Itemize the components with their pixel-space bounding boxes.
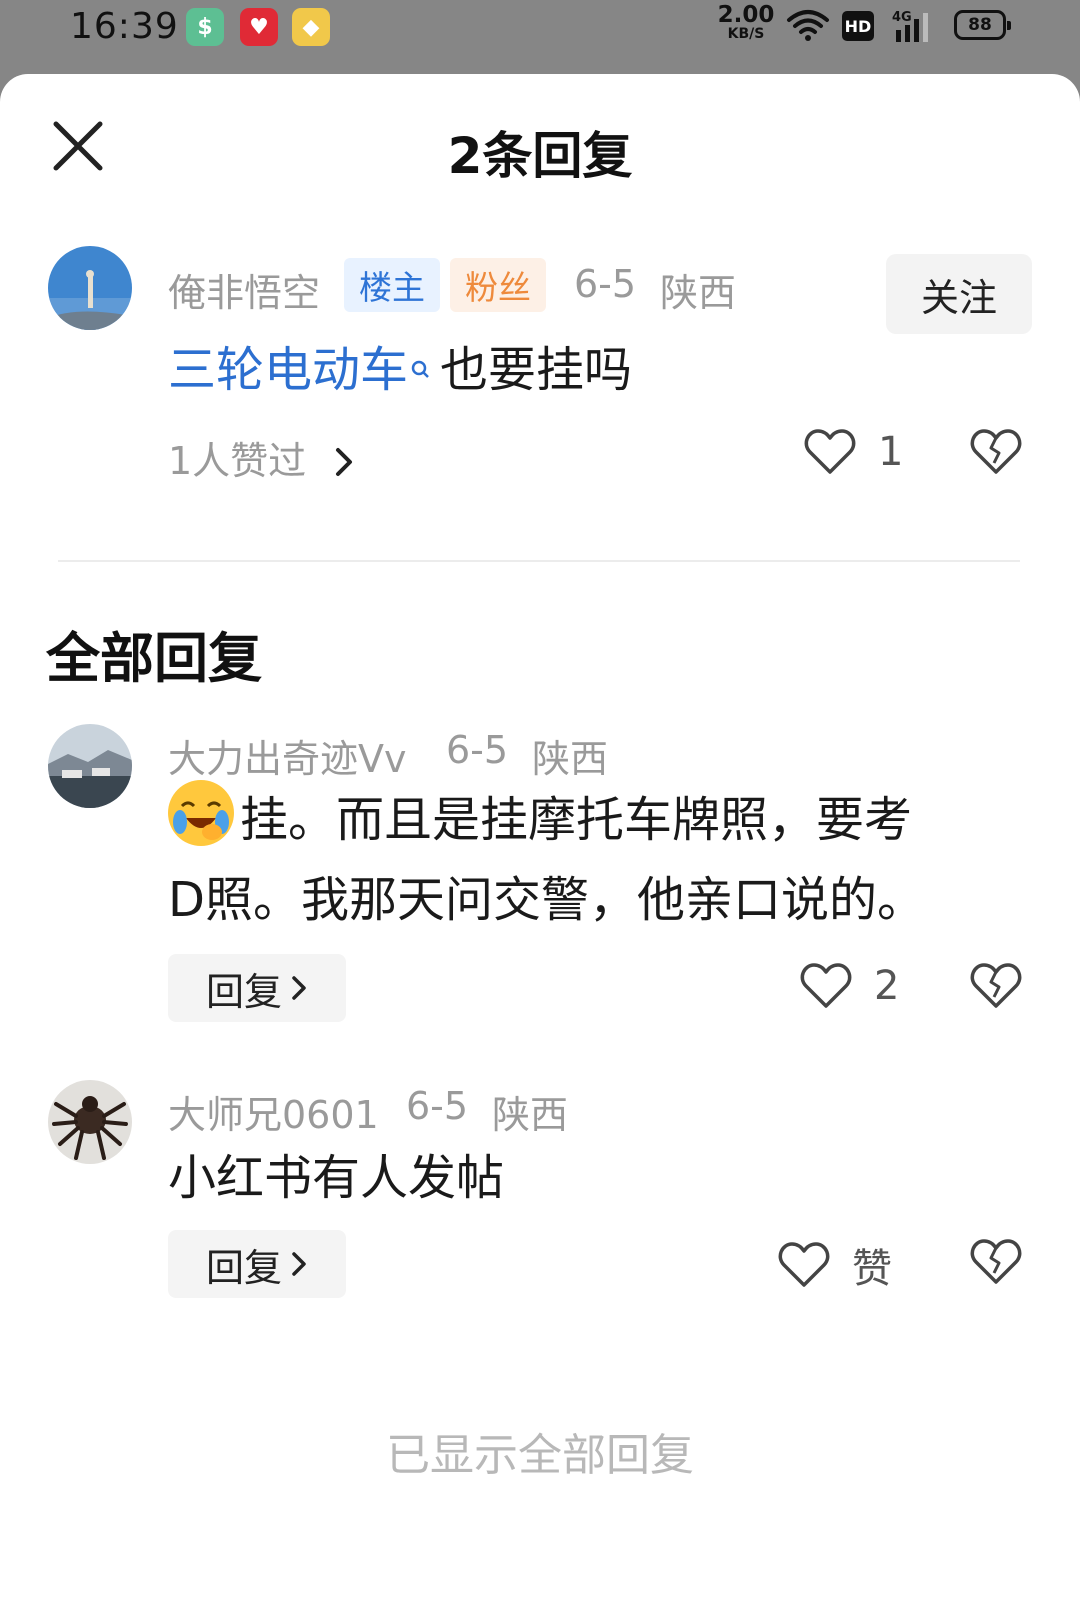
- comment-text: 小红书有人发帖: [168, 1150, 505, 1206]
- status-bar: 16:39 $ ♥ ◆ 2.00 KB/S HD 4G 88: [0, 0, 1080, 74]
- owner-badge: 楼主: [344, 258, 440, 312]
- status-time: 16:39: [70, 6, 179, 47]
- dislike-button[interactable]: [970, 1238, 1022, 1286]
- comment-text: 三轮电动车 也要挂吗: [168, 330, 632, 410]
- comment-location: 陕西: [660, 271, 737, 315]
- avatar[interactable]: [48, 724, 132, 808]
- page-title: 2条回复: [447, 127, 633, 185]
- dislike-button[interactable]: [970, 428, 1022, 476]
- username[interactable]: 大力出奇迹Vv: [168, 728, 406, 783]
- like-button[interactable]: 1: [804, 428, 903, 476]
- dislike-button[interactable]: [970, 962, 1022, 1010]
- comment-date: 6-5: [574, 262, 637, 306]
- reply-button[interactable]: 回复: [168, 954, 346, 1022]
- wifi-icon: [786, 8, 830, 46]
- hd-icon: HD: [842, 11, 874, 41]
- end-of-list-text: 已显示全部回复: [386, 1430, 694, 1481]
- username[interactable]: 大师兄0601: [168, 1084, 379, 1139]
- heart-icon: [800, 963, 852, 1008]
- comment-location: 陕西: [532, 737, 609, 781]
- comment-text: 挂。而且是挂摩托车牌照，要考: [168, 780, 912, 860]
- like-label: 赞: [852, 1246, 892, 1292]
- heart-icon: [778, 1242, 830, 1287]
- search-icon[interactable]: [410, 330, 430, 410]
- avatar[interactable]: [48, 246, 132, 330]
- replies-sheet: 2条回复 俺非悟空 楼主 粉丝 6-5 陕西 关注 三轮电动车 也要挂吗 1人赞过…: [0, 74, 1080, 1614]
- fan-badge: 粉丝: [450, 258, 546, 312]
- comment-date: 6-5: [406, 1084, 469, 1128]
- reply-button[interactable]: 回复: [168, 1230, 346, 1298]
- coupon-app-icon: ◆: [292, 8, 330, 46]
- like-button[interactable]: 赞: [778, 1236, 892, 1294]
- comment-date: 6-5: [446, 728, 509, 772]
- chevron-right-icon: [292, 1252, 306, 1276]
- follow-button[interactable]: 关注: [886, 254, 1032, 334]
- laughing-crying-emoji-icon: [168, 780, 234, 846]
- keyword-link[interactable]: 三轮电动车: [168, 342, 408, 398]
- battery-icon: 88: [954, 10, 1011, 40]
- chevron-right-icon: [336, 448, 353, 476]
- cellular-signal-icon: 4G: [892, 8, 938, 48]
- heart-icon: [804, 429, 856, 474]
- broken-heart-icon: [970, 1239, 1022, 1284]
- broken-heart-icon: [970, 429, 1022, 474]
- like-count: 1: [878, 429, 904, 475]
- wallet-app-icon: $: [186, 8, 224, 46]
- avatar[interactable]: [48, 1080, 132, 1164]
- divider: [58, 560, 1020, 562]
- like-button[interactable]: 2: [800, 962, 899, 1010]
- broken-heart-icon: [970, 963, 1022, 1008]
- section-title: 全部回复: [46, 627, 262, 690]
- network-type: 4G: [892, 10, 912, 25]
- comment-location: 陕西: [492, 1093, 569, 1137]
- chevron-right-icon: [292, 976, 306, 1000]
- username[interactable]: 俺非悟空: [168, 262, 320, 317]
- network-speed: 2.00 KB/S: [717, 2, 775, 42]
- like-count: 2: [874, 963, 900, 1009]
- comment-text-line: D照。我那天问交警，他亲口说的。: [168, 872, 925, 928]
- likers-link[interactable]: 1人赞过: [168, 430, 356, 485]
- gift-app-icon: ♥: [240, 8, 278, 46]
